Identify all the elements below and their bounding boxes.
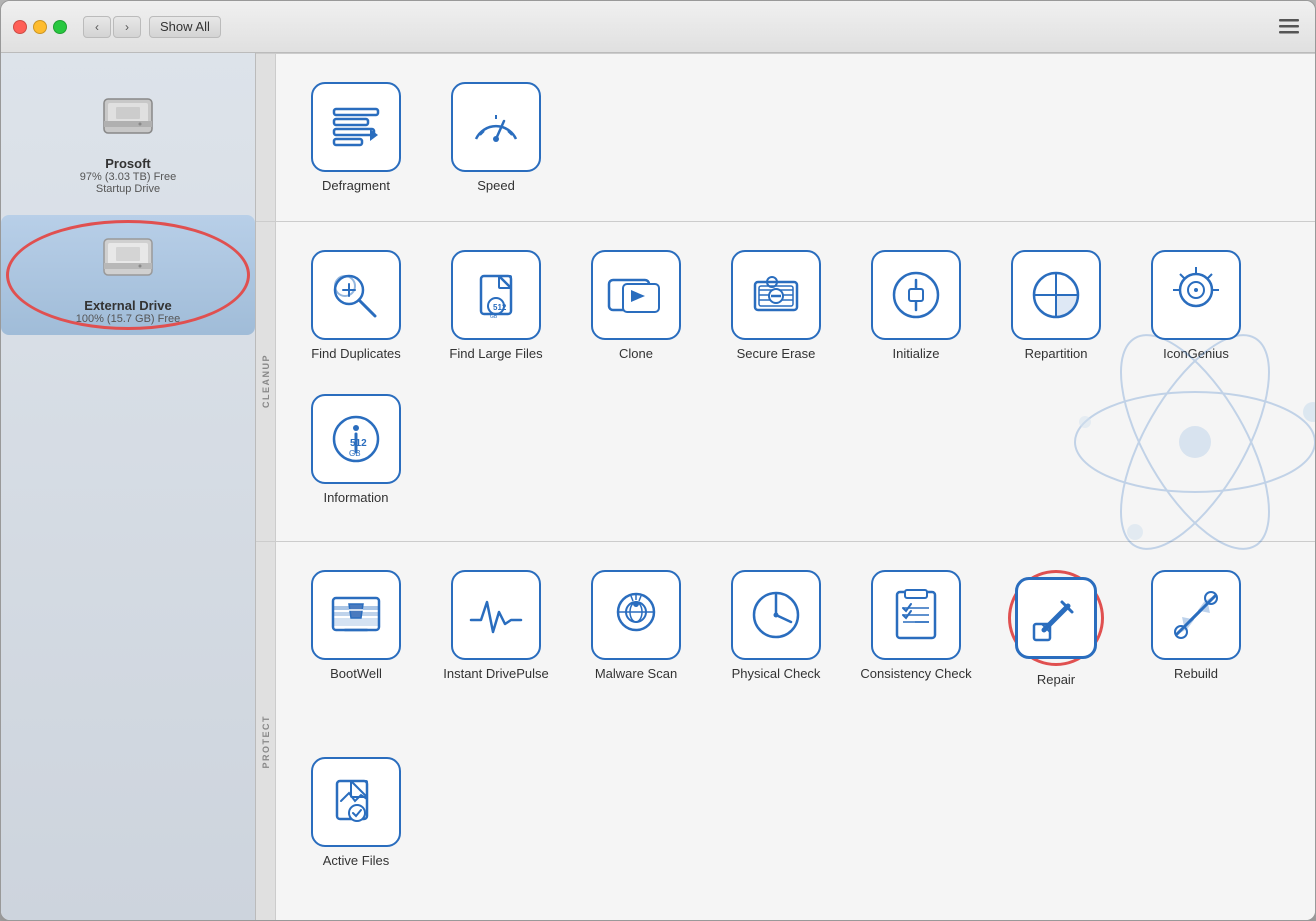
close-button[interactable] (13, 20, 27, 34)
consistency-check-label: Consistency Check (860, 666, 971, 681)
sidebar-item-prosoft[interactable]: Prosoft 97% (3.03 TB) Free Startup Drive (1, 73, 255, 205)
instant-drivepulse-icon (451, 570, 541, 660)
section-label-protect: PROTECT (256, 542, 276, 920)
traffic-lights (13, 20, 67, 34)
svg-text:512: 512 (350, 438, 367, 449)
instant-drivepulse-label: Instant DrivePulse (443, 666, 549, 681)
tool-rebuild[interactable]: Rebuild (1126, 558, 1266, 745)
protect-label-text: PROTECT (261, 715, 271, 769)
cleanup-label-text: CLEANUP (261, 354, 271, 408)
drive-icon-container (96, 83, 160, 152)
tool-repair[interactable]: Repair (986, 558, 1126, 745)
nav-buttons: ‹ › (83, 16, 141, 38)
forward-button[interactable]: › (113, 16, 141, 38)
speed-label: Speed (477, 178, 515, 193)
clone-label: Clone (619, 346, 653, 361)
svg-text:GB: GB (349, 449, 361, 458)
list-view-button[interactable] (1275, 16, 1303, 38)
secure-erase-label: Secure Erase (737, 346, 816, 361)
tool-icongenius[interactable]: IconGenius (1126, 238, 1266, 382)
titlebar: ‹ › Show All (1, 1, 1315, 53)
back-button[interactable]: ‹ (83, 16, 111, 38)
tool-defragment[interactable]: Defragment (286, 70, 426, 205)
defragment-label: Defragment (322, 178, 390, 193)
defragment-icon (311, 82, 401, 172)
tool-consistency-check[interactable]: Consistency Check (846, 558, 986, 745)
tool-speed[interactable]: Speed (426, 70, 566, 205)
repartition-icon (1011, 250, 1101, 340)
show-all-button[interactable]: Show All (149, 16, 221, 38)
speed-icon (451, 82, 541, 172)
drive-name-external: External Drive (84, 298, 171, 313)
malware-scan-icon (591, 570, 681, 660)
section-cleanup-top: Defragment (256, 53, 1315, 222)
tool-physical-check[interactable]: Physical Check (706, 558, 846, 745)
main-window: ‹ › Show All (0, 0, 1316, 921)
drive-name-prosoft: Prosoft (105, 156, 151, 171)
cleanup-top-grid: Defragment (276, 54, 1315, 221)
repair-icon (1015, 577, 1097, 659)
protect-grid: BootWell Instant DrivePulse (276, 542, 1315, 920)
active-files-icon (311, 757, 401, 847)
physical-check-icon (731, 570, 821, 660)
tool-malware-scan[interactable]: Malware Scan (566, 558, 706, 745)
find-duplicates-icon (311, 250, 401, 340)
icongenius-label: IconGenius (1163, 346, 1229, 361)
drive-space-external: 100% (15.7 GB) Free (76, 313, 181, 325)
drive-icon-container-external (96, 225, 160, 294)
information-icon: 512 GB (311, 394, 401, 484)
initialize-label: Initialize (893, 346, 940, 361)
find-duplicates-label: Find Duplicates (311, 346, 401, 361)
cleanup-grid: Find Duplicates 512 GB (276, 222, 1315, 541)
physical-check-label: Physical Check (732, 666, 821, 681)
repartition-label: Repartition (1025, 346, 1088, 361)
section-cleanup: CLEANUP (256, 222, 1315, 542)
svg-text:512: 512 (493, 303, 507, 312)
initialize-icon (871, 250, 961, 340)
svg-text:GB: GB (490, 314, 498, 320)
tool-active-files[interactable]: Active Files (286, 745, 426, 920)
consistency-check-icon (871, 570, 961, 660)
section-protect: PROTECT (256, 542, 1315, 920)
clone-icon (591, 250, 681, 340)
tool-initialize[interactable]: Initialize (846, 238, 986, 382)
drive-space-prosoft: 97% (3.03 TB) Free (80, 171, 176, 183)
drive-type-prosoft: Startup Drive (96, 183, 160, 195)
malware-scan-label: Malware Scan (595, 666, 677, 681)
tool-instant-drivepulse[interactable]: Instant DrivePulse (426, 558, 566, 745)
bootwell-label: BootWell (330, 666, 382, 681)
tool-clone[interactable]: Clone (566, 238, 706, 382)
repair-label: Repair (1037, 672, 1075, 687)
tool-repartition[interactable]: Repartition (986, 238, 1126, 382)
tool-find-large-files[interactable]: 512 GB Find Large Files (426, 238, 566, 382)
tool-bootwell[interactable]: BootWell (286, 558, 426, 745)
icongenius-icon (1151, 250, 1241, 340)
tool-secure-erase[interactable]: Secure Erase (706, 238, 846, 382)
information-label: Information (323, 490, 388, 505)
sidebar: Prosoft 97% (3.03 TB) Free Startup Drive… (1, 53, 256, 920)
active-files-label: Active Files (323, 853, 389, 868)
rebuild-label: Rebuild (1174, 666, 1218, 681)
tool-information[interactable]: 512 GB Information (286, 382, 426, 526)
tool-find-duplicates[interactable]: Find Duplicates (286, 238, 426, 382)
section-label-cleanup-space (256, 54, 276, 221)
rebuild-icon (1151, 570, 1241, 660)
content-area: Defragment (256, 53, 1315, 920)
bootwell-icon (311, 570, 401, 660)
find-large-files-label: Find Large Files (449, 346, 542, 361)
main-content: Prosoft 97% (3.03 TB) Free Startup Drive… (1, 53, 1315, 920)
section-label-cleanup: CLEANUP (256, 222, 276, 541)
secure-erase-icon (731, 250, 821, 340)
minimize-button[interactable] (33, 20, 47, 34)
sidebar-item-external[interactable]: External Drive 100% (15.7 GB) Free (1, 215, 255, 335)
find-large-files-icon: 512 GB (451, 250, 541, 340)
fullscreen-button[interactable] (53, 20, 67, 34)
